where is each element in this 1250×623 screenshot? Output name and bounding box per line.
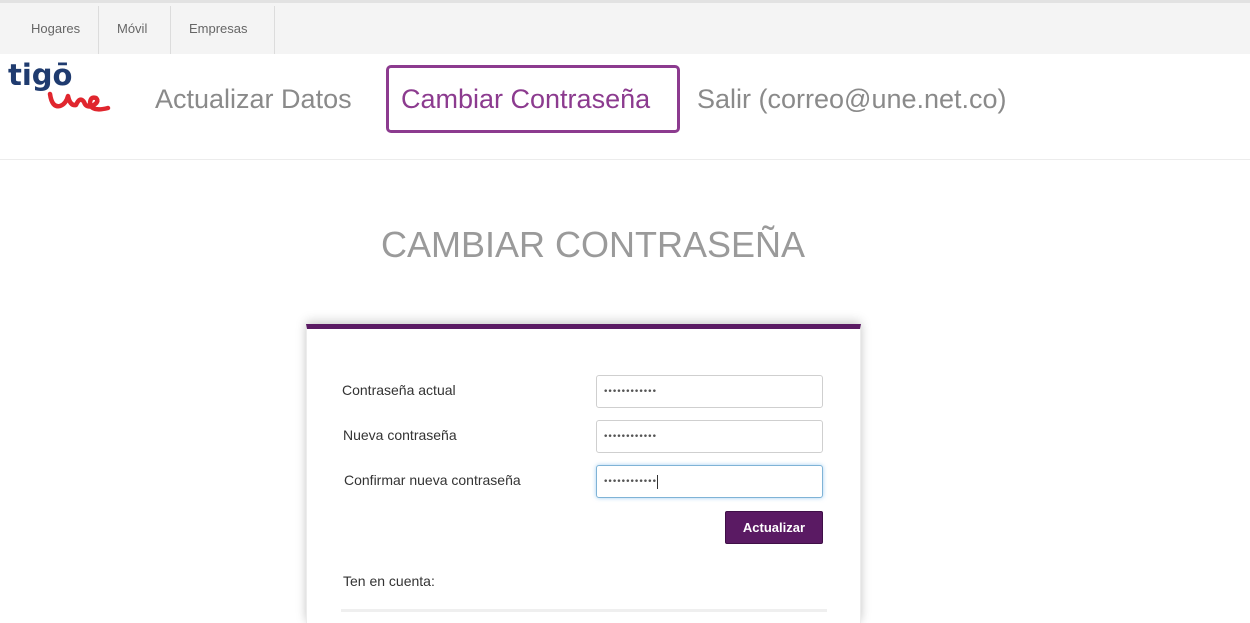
change-password-form: Contraseña actual •••••••••••• Nueva con… xyxy=(306,324,861,623)
text-caret xyxy=(657,474,659,489)
segment-hogares[interactable]: Hogares xyxy=(15,6,99,57)
nav-cambiar-contrasena[interactable]: Cambiar Contraseña xyxy=(386,65,680,133)
segment-empresas[interactable]: Empresas xyxy=(171,6,275,57)
segment-hogares-label: Hogares xyxy=(31,21,81,36)
page: Hogares Móvil Empresas tigō Actualizar D… xyxy=(0,0,1250,623)
confirm-password-field[interactable]: •••••••••••• xyxy=(596,465,823,498)
current-password-label: Contraseña actual xyxy=(342,382,456,398)
nav-salir[interactable]: Salir (correo@une.net.co) xyxy=(697,84,1007,115)
confirm-password-label: Confirmar nueva contraseña xyxy=(344,472,521,488)
note-heading: Ten en cuenta: xyxy=(343,573,435,589)
confirm-password-value: •••••••••••• xyxy=(603,476,657,487)
site-header: tigō Actualizar Datos Cambiar Contraseña… xyxy=(0,54,1250,160)
segment-bar: Hogares Móvil Empresas xyxy=(0,0,1250,57)
current-password-field[interactable]: •••••••••••• xyxy=(596,375,823,408)
tigo-une-logo[interactable]: tigō xyxy=(8,58,148,130)
new-password-value: •••••••••••• xyxy=(603,431,657,442)
logo-une-mark xyxy=(47,91,111,112)
segment-movil[interactable]: Móvil xyxy=(99,6,171,57)
update-button[interactable]: Actualizar xyxy=(725,511,823,544)
new-password-field[interactable]: •••••••••••• xyxy=(596,420,823,453)
current-password-value: •••••••••••• xyxy=(603,386,657,397)
logo-tigo-text: tigō xyxy=(8,58,73,92)
nav-actualizar-datos[interactable]: Actualizar Datos xyxy=(155,84,352,115)
page-title: CAMBIAR CONTRASEÑA xyxy=(380,224,806,265)
segment-empresas-label: Empresas xyxy=(189,21,248,36)
new-password-label: Nueva contraseña xyxy=(343,427,457,443)
segment-movil-label: Móvil xyxy=(117,21,148,36)
divider xyxy=(341,609,827,612)
